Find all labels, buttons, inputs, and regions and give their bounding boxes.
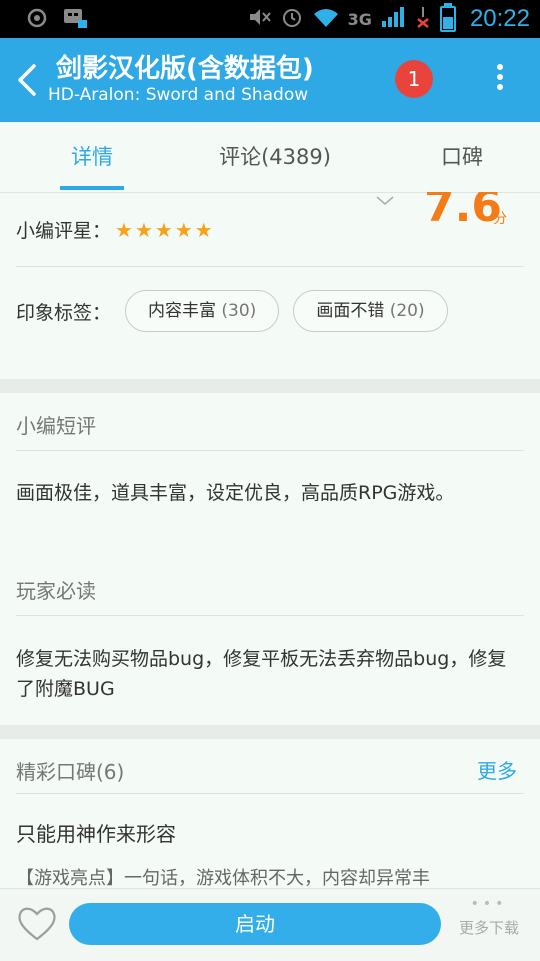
- signal-sim1-icon: [380, 5, 406, 33]
- must-read-title: 玩家必读: [16, 579, 96, 603]
- clock: 20:22: [469, 5, 530, 32]
- android-debug-icon: [62, 7, 88, 32]
- more-downloads-label: 更多下载: [458, 919, 519, 937]
- tag-name: 画面不错: [316, 301, 385, 321]
- tab-comments[interactable]: 评论(4389): [190, 122, 360, 192]
- review-title[interactable]: 只能用神作来形容: [16, 818, 176, 847]
- status-bar: 3G 20:22: [0, 0, 540, 38]
- divider: [16, 615, 524, 616]
- chevron-down-icon[interactable]: [376, 196, 394, 206]
- score-unit: 分: [493, 211, 507, 227]
- tab-reputation[interactable]: 口碑: [420, 122, 504, 192]
- battery-icon: [439, 3, 456, 32]
- overflow-menu-button[interactable]: [490, 60, 510, 100]
- favorite-heart-icon[interactable]: [16, 905, 58, 943]
- editor-review-text: 画面极佳，道具丰富，设定优良，高品质RPG游戏。: [16, 482, 455, 504]
- highlights-title: 精彩口碑(6): [16, 760, 125, 784]
- active-tab-indicator: [60, 186, 124, 190]
- app-title-bar: 剑影汉化版(含数据包) HD-Aralon: Sword and Shadow …: [0, 38, 540, 122]
- divider: [16, 793, 524, 794]
- tab-bar: 详情 评论(4389) 口碑: [0, 122, 540, 193]
- more-reviews-link[interactable]: 更多: [477, 755, 517, 784]
- star-icon: ★: [115, 217, 135, 242]
- editor-rating-label: 小编评星：: [16, 220, 112, 242]
- settings-icon: [26, 7, 48, 32]
- tags-label: 印象标签：: [16, 301, 112, 324]
- editor-rating-row: 小编评星： ★★★★★: [16, 216, 215, 243]
- must-read-text: 修复无法购买物品bug，修复平板无法丢弃物品bug，修复了附魔BUG: [16, 648, 507, 700]
- section-gap: [0, 725, 540, 739]
- more-dot-icon: [497, 84, 503, 90]
- mute-icon: [248, 6, 272, 32]
- wifi-icon: [312, 6, 340, 32]
- score-value: 7.6: [424, 192, 502, 232]
- review-excerpt[interactable]: 【游戏亮点】一句话，游戏体积不大，内容却异常丰: [16, 864, 536, 890]
- tag-count: (30): [221, 301, 257, 321]
- tab-details[interactable]: 详情: [40, 122, 144, 192]
- app-title: 剑影汉化版(含数据包): [56, 54, 314, 84]
- impression-tags-row: 印象标签： 内容丰富 (30) 画面不错 (20): [16, 290, 462, 332]
- more-dot-icon: [497, 74, 503, 80]
- tag-name: 内容丰富: [148, 301, 217, 321]
- signal-sim2-icon: [414, 5, 432, 33]
- star-icon: ★: [154, 217, 175, 242]
- bottom-action-bar: 启动 ••• 更多下载: [0, 888, 540, 961]
- divider: [16, 450, 524, 451]
- back-button[interactable]: [10, 60, 46, 100]
- app-subtitle: HD-Aralon: Sword and Shadow: [48, 85, 309, 105]
- editor-review-title: 小编短评: [16, 414, 96, 438]
- alarm-icon: [280, 5, 304, 33]
- star-icon: ★: [174, 217, 195, 242]
- star-icon: ★: [134, 217, 155, 242]
- network-type-label: 3G: [347, 9, 372, 29]
- tag-count: (20): [389, 301, 425, 321]
- editor-stars: ★★★★★: [115, 218, 215, 242]
- star-icon: ★: [194, 217, 215, 242]
- more-dot-icon: [497, 64, 503, 70]
- notification-badge[interactable]: 1: [395, 60, 433, 98]
- launch-button[interactable]: 启动: [69, 903, 441, 945]
- back-arrow-icon: [18, 64, 36, 96]
- impression-tag[interactable]: 画面不错 (20): [293, 290, 448, 332]
- more-downloads-button[interactable]: ••• 更多下载: [452, 897, 526, 938]
- impression-tag[interactable]: 内容丰富 (30): [125, 290, 280, 332]
- more-dots-icon: •••: [470, 896, 508, 912]
- divider: [16, 266, 524, 267]
- section-gap: [0, 379, 540, 393]
